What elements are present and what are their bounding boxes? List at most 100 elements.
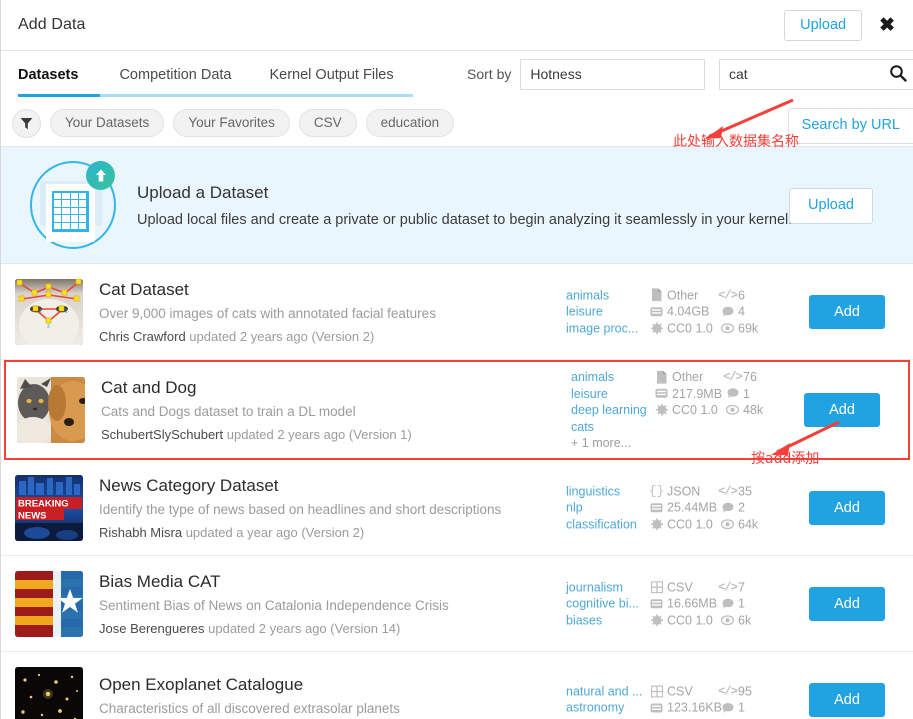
dataset-view-count-value: 64k <box>738 516 759 531</box>
dataset-tag[interactable]: leisure <box>571 385 655 402</box>
dataset-row[interactable]: Open Exoplanet Catalogue Characteristics… <box>1 652 913 719</box>
sort-by-label: Sort by <box>467 66 512 82</box>
dataset-tag[interactable]: animals <box>571 369 655 386</box>
dataset-author[interactable]: Rishabh Misra <box>99 525 182 540</box>
dataset-file-count: </> 6 <box>718 287 758 304</box>
dataset-meta-col-left: CSV 16.66MB CC0 1.0 <box>650 579 721 629</box>
dataset-tag[interactable]: classification <box>566 516 650 533</box>
dataset-row[interactable]: Bias Media CAT Sentiment Bias of News on… <box>1 556 913 652</box>
dataset-comment-count-value: 1 <box>743 386 750 401</box>
dataset-tag[interactable]: astronomy <box>566 700 650 717</box>
chip-education[interactable]: education <box>365 108 455 138</box>
dataset-meta-col-right: </> 76 1 48k <box>723 369 763 452</box>
dataset-filetype: CSV <box>650 683 721 700</box>
chip-your-datasets[interactable]: Your Datasets <box>50 108 165 138</box>
tab-kernel-output-files[interactable]: Kernel Output Files <box>250 51 413 97</box>
license-icon <box>655 404 668 416</box>
add-dataset-button[interactable]: Add <box>809 490 885 525</box>
dataset-meta-col-right: </> 35 2 64k <box>718 483 759 533</box>
dataset-comment-count-value: 1 <box>738 596 745 611</box>
dataset-tag[interactable]: cats <box>571 418 655 435</box>
dataset-view-count-value: 69k <box>738 320 759 335</box>
dataset-size-value: 4.04GB <box>667 304 710 319</box>
dataset-author[interactable]: Chris Crawford <box>99 329 186 344</box>
code-icon: </> <box>718 483 738 498</box>
search-icon[interactable] <box>889 64 907 82</box>
search-input[interactable] <box>719 58 913 90</box>
thumb-cat-and-dog-photo <box>17 377 85 443</box>
tab-datasets-label: Datasets <box>18 67 79 83</box>
svg-text:3: 3 <box>47 324 50 330</box>
tab-kernel-output-files-label: Kernel Output Files <box>269 67 394 83</box>
dataset-tags: journalism cognitive bi... biases <box>566 579 650 629</box>
dataset-tag[interactable]: deep learning <box>571 402 655 419</box>
dataset-comment-count: 2 <box>721 499 758 516</box>
license-icon <box>650 614 663 626</box>
dataset-tag[interactable]: nlp <box>566 499 650 516</box>
dataset-license: CC0 1.0 <box>650 612 721 629</box>
dataset-filetype-value: JSON <box>667 483 701 498</box>
funnel-icon[interactable] <box>12 108 41 138</box>
dataset-tag[interactable]: image proc... <box>566 320 650 337</box>
dataset-tag[interactable]: animals <box>566 287 650 304</box>
add-dataset-button[interactable]: Add <box>809 682 885 717</box>
database-icon <box>650 598 663 609</box>
upload-arrow-icon <box>86 161 115 190</box>
dataset-title[interactable]: Open Exoplanet Catalogue <box>99 675 569 695</box>
dataset-byline: Rishabh Misra updated a year ago (Versio… <box>99 524 365 540</box>
license-icon <box>650 518 663 530</box>
tab-competition-data[interactable]: Competition Data <box>100 51 251 97</box>
file-icon <box>655 370 668 384</box>
dataset-tag[interactable]: linguistics <box>566 483 650 500</box>
dataset-title[interactable]: Cat and Dog <box>101 378 571 398</box>
dataset-meta: natural and ... astronomy CSV 123.16KB </… <box>566 683 752 716</box>
tab-datasets[interactable]: Datasets <box>18 51 101 97</box>
dataset-comment-count-value: 1 <box>738 700 745 715</box>
dataset-size: 16.66MB <box>650 595 721 612</box>
dataset-info: Cat Dataset Over 9,000 images of cats wi… <box>99 280 569 344</box>
dataset-filetype-value: CSV <box>667 684 693 698</box>
dataset-author[interactable]: SchubertSlySchubert <box>101 427 223 442</box>
code-icon: </> <box>718 287 738 302</box>
dataset-filetype: Other <box>650 287 721 304</box>
license-icon <box>650 322 663 334</box>
dataset-tag[interactable]: biases <box>566 612 650 629</box>
chip-your-favorites[interactable]: Your Favorites <box>173 108 290 138</box>
dataset-file-count: </> 35 <box>718 483 758 500</box>
dataset-title[interactable]: Bias Media CAT <box>99 572 569 592</box>
search-control <box>719 51 913 97</box>
upload-banner-heading: Upload a Dataset <box>137 182 269 202</box>
dataset-title[interactable]: Cat Dataset <box>99 280 569 300</box>
close-icon[interactable]: ✖ <box>869 12 905 39</box>
dataset-tags-more[interactable]: + 1 more... <box>571 435 655 452</box>
dataset-meta: animals leisure deep learning cats + 1 more.… <box>571 369 763 452</box>
dataset-info: Cat and Dog Cats and Dogs dataset to tra… <box>101 378 571 442</box>
sort-select[interactable] <box>520 58 706 90</box>
comment-icon <box>721 598 734 609</box>
dataset-meta-col-left: Other 4.04GB CC0 1.0 <box>650 287 721 337</box>
dataset-tag[interactable]: natural and ... <box>566 683 650 700</box>
dataset-meta-col-left: CSV 123.16KB <box>650 683 722 716</box>
dataset-row[interactable]: Cat and Dog Cats and Dogs dataset to tra… <box>4 360 910 460</box>
chip-csv[interactable]: CSV <box>298 108 357 138</box>
dataset-title[interactable]: News Category Dataset <box>99 476 569 496</box>
dataset-row[interactable]: BREAKING NEWS News Category Dataset Iden… <box>1 460 913 556</box>
dataset-list: 1 2 3 Cat Dataset Over 9,000 images of cat… <box>1 264 913 719</box>
dataset-thumbnail <box>17 377 85 443</box>
upload-button-banner[interactable]: Upload <box>789 188 873 224</box>
file-icon <box>650 288 663 302</box>
dataset-tag[interactable]: cognitive bi... <box>566 595 650 612</box>
search-by-url-button[interactable]: Search by URL <box>787 108 913 144</box>
dataset-meta: linguistics nlp classification {} JSON 25.… <box>566 483 758 533</box>
add-dataset-button[interactable]: Add <box>809 294 885 329</box>
dataset-tag[interactable]: leisure <box>566 303 650 320</box>
dataset-author[interactable]: Jose Berengueres <box>99 621 205 636</box>
dataset-info: Bias Media CAT Sentiment Bias of News on… <box>99 572 569 636</box>
dataset-row[interactable]: 1 2 3 Cat Dataset Over 9,000 images of cat… <box>1 264 913 360</box>
thumb-cat-face-landmarks: 1 2 3 <box>15 278 83 345</box>
dataset-meta: journalism cognitive bi... biases CSV 16.6… <box>566 579 751 629</box>
upload-button-top[interactable]: Upload <box>784 9 863 42</box>
add-dataset-button[interactable]: Add <box>804 393 880 427</box>
dataset-tag[interactable]: journalism <box>566 579 650 596</box>
add-dataset-button[interactable]: Add <box>809 586 885 621</box>
